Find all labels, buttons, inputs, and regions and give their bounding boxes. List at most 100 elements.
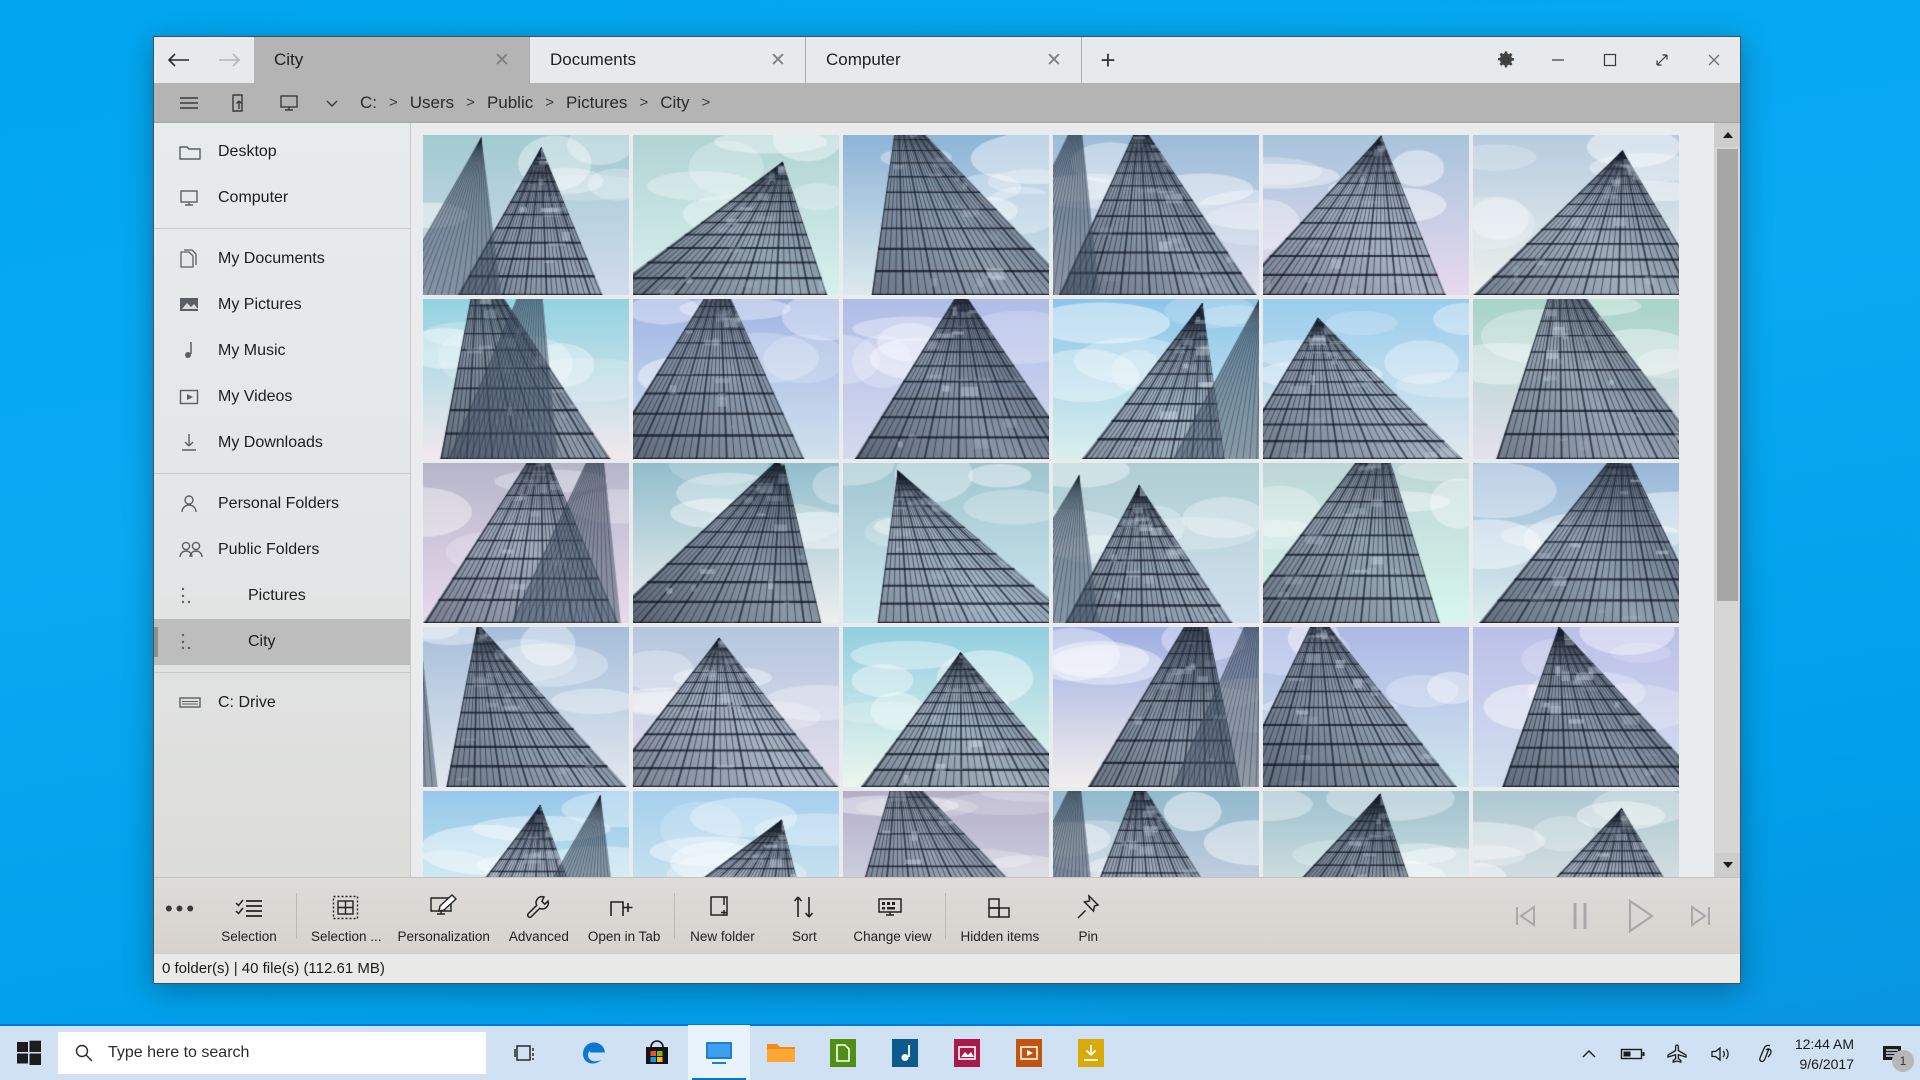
- start-button[interactable]: [0, 1025, 58, 1080]
- minimize-button[interactable]: [1532, 37, 1584, 83]
- computer-root-button[interactable]: [264, 84, 314, 122]
- notifications-button[interactable]: 1: [1868, 1026, 1920, 1080]
- sidebar-item-my-music[interactable]: My Music: [154, 328, 410, 374]
- sidebar-item-pictures[interactable]: Pictures: [154, 573, 410, 619]
- thumbnail-item[interactable]: [633, 135, 839, 295]
- pause-button[interactable]: [1560, 893, 1600, 939]
- sidebar-item-desktop[interactable]: Desktop: [154, 129, 410, 175]
- menu-button[interactable]: [164, 84, 214, 122]
- search-input[interactable]: Type here to search: [58, 1032, 486, 1074]
- thumbnail-item[interactable]: [633, 627, 839, 787]
- volume-button[interactable]: [1699, 1026, 1743, 1080]
- scroll-down-button[interactable]: [1715, 853, 1740, 877]
- thumbnail-item[interactable]: [843, 463, 1049, 623]
- taskbar-app-videos[interactable]: [998, 1025, 1060, 1080]
- vertical-scrollbar[interactable]: [1714, 123, 1740, 877]
- thumbnail-item[interactable]: [1053, 463, 1259, 623]
- breadcrumb-item-drive[interactable]: C:: [358, 93, 379, 113]
- thumbnail-item[interactable]: [1473, 627, 1679, 787]
- back-button[interactable]: [159, 40, 199, 80]
- sidebar-item-my-documents[interactable]: My Documents: [154, 236, 410, 282]
- play-button[interactable]: [1614, 893, 1666, 939]
- thumbnail-item[interactable]: [423, 135, 629, 295]
- command-pin[interactable]: Pin: [1047, 878, 1129, 954]
- sidebar-item-my-downloads[interactable]: My Downloads: [154, 420, 410, 466]
- sidebar-item-personal-folders[interactable]: Personal Folders: [154, 481, 410, 527]
- sidebar-item-my-pictures[interactable]: My Pictures: [154, 282, 410, 328]
- scrollbar-track[interactable]: [1715, 147, 1740, 853]
- command-new-folder[interactable]: New folder: [681, 878, 763, 954]
- tab-close-icon[interactable]: ✕: [1041, 47, 1067, 73]
- settings-button[interactable]: [1480, 37, 1532, 83]
- taskbar-app-edge[interactable]: [564, 1025, 626, 1080]
- tab-city[interactable]: City ✕: [254, 37, 530, 83]
- thumbnail-item[interactable]: [1053, 627, 1259, 787]
- thumbnail-item[interactable]: [633, 299, 839, 459]
- scroll-up-button[interactable]: [1715, 123, 1740, 147]
- sidebar-item-my-videos[interactable]: My Videos: [154, 374, 410, 420]
- tab-close-icon[interactable]: ✕: [765, 47, 791, 73]
- tab-computer[interactable]: Computer ✕: [806, 37, 1082, 83]
- thumbnail-item[interactable]: [1473, 299, 1679, 459]
- sidebar-item-public-folders[interactable]: Public Folders: [154, 527, 410, 573]
- airplane-mode-button[interactable]: [1655, 1026, 1699, 1080]
- thumbnail-item[interactable]: [1263, 463, 1469, 623]
- breadcrumb-item-pictures[interactable]: Pictures: [564, 93, 629, 113]
- thumbnail-item[interactable]: [423, 299, 629, 459]
- thumbnail-item[interactable]: [1263, 627, 1469, 787]
- command-open-in-tab[interactable]: Open in Tab: [580, 878, 669, 954]
- sidebar-item-computer[interactable]: Computer: [154, 175, 410, 221]
- battery-button[interactable]: [1611, 1026, 1655, 1080]
- thumbnail-item[interactable]: [1053, 299, 1259, 459]
- taskbar-app-music[interactable]: [874, 1025, 936, 1080]
- show-hidden-icons-button[interactable]: [1567, 1026, 1611, 1080]
- thumbnail-item[interactable]: [1263, 299, 1469, 459]
- taskbar-app-documents[interactable]: [812, 1025, 874, 1080]
- previous-button[interactable]: [1506, 893, 1546, 939]
- thumbnail-item[interactable]: [843, 627, 1049, 787]
- breadcrumb-item-public[interactable]: Public: [485, 93, 535, 113]
- sidebar-item-c-drive[interactable]: C: Drive: [154, 680, 410, 726]
- maximize-button[interactable]: [1584, 37, 1636, 83]
- thumbnail-item[interactable]: [633, 463, 839, 623]
- thumbnail-item[interactable]: [1053, 791, 1259, 877]
- thumbnail-item[interactable]: [633, 791, 839, 877]
- thumbnail-item[interactable]: [1263, 791, 1469, 877]
- taskbar-app-store[interactable]: [626, 1025, 688, 1080]
- thumbnail-item[interactable]: [843, 135, 1049, 295]
- forward-button[interactable]: [209, 40, 249, 80]
- thumbnail-item[interactable]: [423, 463, 629, 623]
- tab-close-icon[interactable]: ✕: [489, 47, 515, 73]
- thumbnail-grid[interactable]: [423, 135, 1714, 877]
- command-selection-more[interactable]: Selection ...: [303, 878, 390, 954]
- network-button[interactable]: [1743, 1026, 1787, 1080]
- thumbnail-item[interactable]: [423, 791, 629, 877]
- command-advanced[interactable]: Advanced: [498, 878, 580, 954]
- taskbar-app-downloads[interactable]: [1060, 1025, 1122, 1080]
- thumbnail-item[interactable]: [843, 791, 1049, 877]
- taskbar-app-pictures[interactable]: [936, 1025, 998, 1080]
- next-button[interactable]: [1680, 893, 1720, 939]
- tab-documents[interactable]: Documents ✕: [530, 37, 806, 83]
- thumbnail-item[interactable]: [1263, 135, 1469, 295]
- clock[interactable]: 12:44 AM 9/6/2017: [1787, 1034, 1868, 1075]
- command-change-view[interactable]: Change view: [845, 878, 939, 954]
- thumbnail-item[interactable]: [843, 299, 1049, 459]
- thumbnail-item[interactable]: [1473, 791, 1679, 877]
- scrollbar-thumb[interactable]: [1717, 149, 1738, 601]
- thumbnail-item[interactable]: [1473, 463, 1679, 623]
- thumbnail-item[interactable]: [1473, 135, 1679, 295]
- task-view-button[interactable]: [498, 1025, 554, 1080]
- restore-button[interactable]: [1636, 37, 1688, 83]
- taskbar-app-file-explorer[interactable]: [750, 1025, 812, 1080]
- close-button[interactable]: [1688, 37, 1740, 83]
- up-one-level-button[interactable]: [214, 84, 264, 122]
- taskbar-app-computer[interactable]: [688, 1025, 750, 1080]
- command-personalization[interactable]: Personalization: [390, 878, 498, 954]
- breadcrumb-item-users[interactable]: Users: [408, 93, 456, 113]
- breadcrumb-item-city[interactable]: City: [658, 93, 691, 113]
- command-hidden-items[interactable]: Hidden items: [952, 878, 1047, 954]
- overflow-button[interactable]: •••: [154, 896, 208, 936]
- command-sort[interactable]: Sort: [763, 878, 845, 954]
- command-selection[interactable]: Selection: [208, 878, 290, 954]
